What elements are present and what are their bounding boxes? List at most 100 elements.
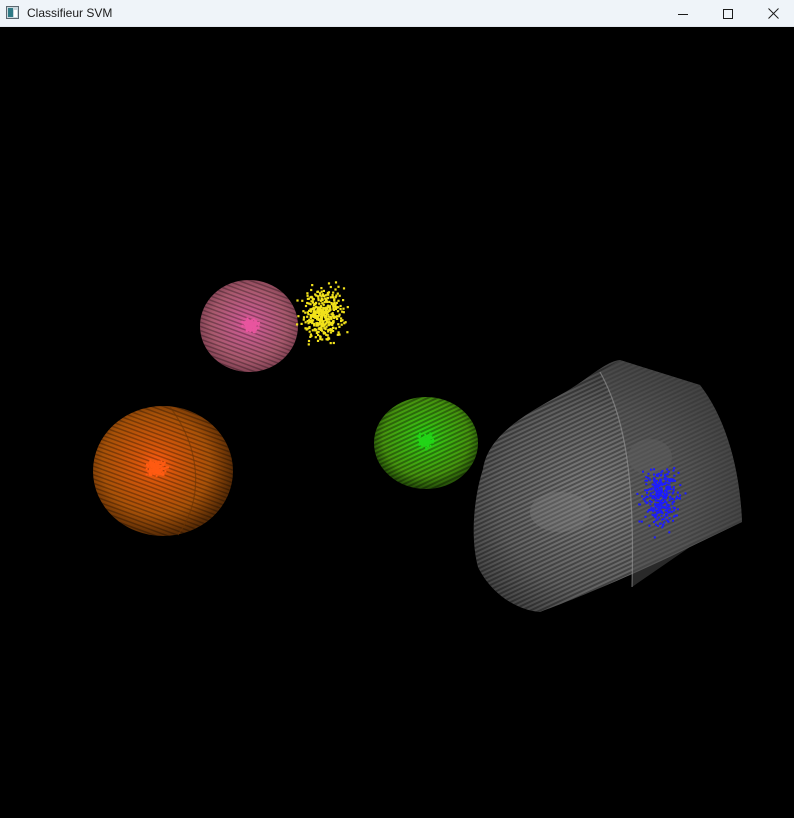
data-point [645, 495, 648, 498]
data-point [318, 323, 321, 326]
data-point [418, 432, 421, 435]
data-point [659, 522, 662, 525]
pink-class-sphere [200, 280, 298, 372]
data-point [296, 323, 299, 326]
data-point [346, 331, 349, 334]
data-point [664, 493, 667, 496]
data-point [155, 474, 158, 477]
data-point [309, 303, 312, 306]
data-point [657, 472, 660, 475]
data-point [309, 296, 312, 299]
data-point [309, 316, 312, 320]
data-point [418, 439, 421, 442]
data-point [655, 493, 658, 496]
data-point [312, 304, 316, 307]
data-point [312, 307, 315, 310]
data-point [667, 488, 670, 491]
data-point [158, 469, 161, 472]
data-point [306, 297, 309, 300]
data-point [321, 315, 324, 318]
data-point [340, 317, 343, 320]
data-point [329, 331, 333, 334]
data-point [337, 331, 340, 334]
data-point [648, 524, 651, 527]
data-point [653, 473, 655, 476]
data-point [255, 327, 258, 330]
data-point [671, 497, 674, 500]
close-button[interactable] [750, 0, 794, 27]
data-point [642, 470, 644, 473]
data-point [653, 488, 656, 491]
data-point [673, 467, 676, 470]
data-point [429, 432, 432, 435]
title-bar[interactable]: Classifieur SVM [0, 0, 794, 27]
maximize-button[interactable] [705, 0, 751, 27]
data-point [314, 305, 317, 308]
data-point [244, 321, 247, 323]
data-point [316, 290, 319, 293]
data-point [254, 321, 257, 324]
data-point [306, 294, 309, 297]
data-point [673, 509, 675, 512]
data-point [310, 334, 313, 337]
data-point [679, 497, 681, 500]
data-point [333, 298, 336, 301]
close-icon [767, 8, 779, 19]
data-point [679, 484, 682, 487]
orange-class-sphere [93, 406, 233, 536]
data-point [335, 315, 338, 319]
data-point [337, 285, 340, 288]
data-point [676, 514, 678, 517]
data-point [662, 523, 665, 526]
data-point [671, 503, 674, 506]
data-point [665, 476, 668, 479]
data-point [339, 308, 342, 311]
data-point [662, 517, 665, 520]
maximize-icon [723, 8, 733, 19]
data-point [317, 317, 320, 321]
data-point [679, 494, 682, 497]
data-point [656, 490, 659, 493]
data-point [320, 327, 323, 330]
data-point [340, 323, 343, 326]
data-point [664, 473, 667, 476]
data-point [256, 323, 259, 325]
data-point [660, 504, 663, 507]
data-point [666, 509, 669, 512]
data-point [676, 496, 678, 499]
data-point [145, 467, 148, 470]
data-point [653, 521, 655, 523]
data-point [660, 511, 663, 514]
data-point [330, 317, 333, 321]
data-point [320, 287, 323, 290]
data-point [647, 472, 650, 475]
data-point [649, 509, 652, 512]
data-point [649, 500, 651, 502]
data-point [311, 329, 314, 332]
data-point [329, 322, 333, 326]
data-point [163, 467, 166, 470]
data-point [328, 320, 331, 323]
data-point [646, 510, 649, 513]
data-point [332, 314, 335, 317]
data-point [150, 473, 153, 476]
app-window-icon [6, 6, 19, 19]
data-point [673, 500, 676, 503]
minimize-button[interactable] [660, 0, 706, 27]
data-point [306, 327, 309, 330]
data-point [674, 479, 677, 482]
data-point [663, 505, 666, 508]
3d-viewport[interactable] [0, 27, 794, 818]
data-point [153, 462, 156, 465]
data-point [336, 317, 339, 320]
data-point [156, 466, 159, 469]
window-title: Classifieur SVM [27, 6, 113, 20]
data-point [302, 316, 306, 319]
data-point [419, 441, 422, 444]
minimize-icon [678, 13, 688, 15]
data-point [332, 320, 335, 323]
data-point [324, 328, 327, 331]
data-point [667, 482, 670, 485]
app-window: Classifieur SVM [0, 0, 794, 818]
data-point [644, 497, 647, 500]
